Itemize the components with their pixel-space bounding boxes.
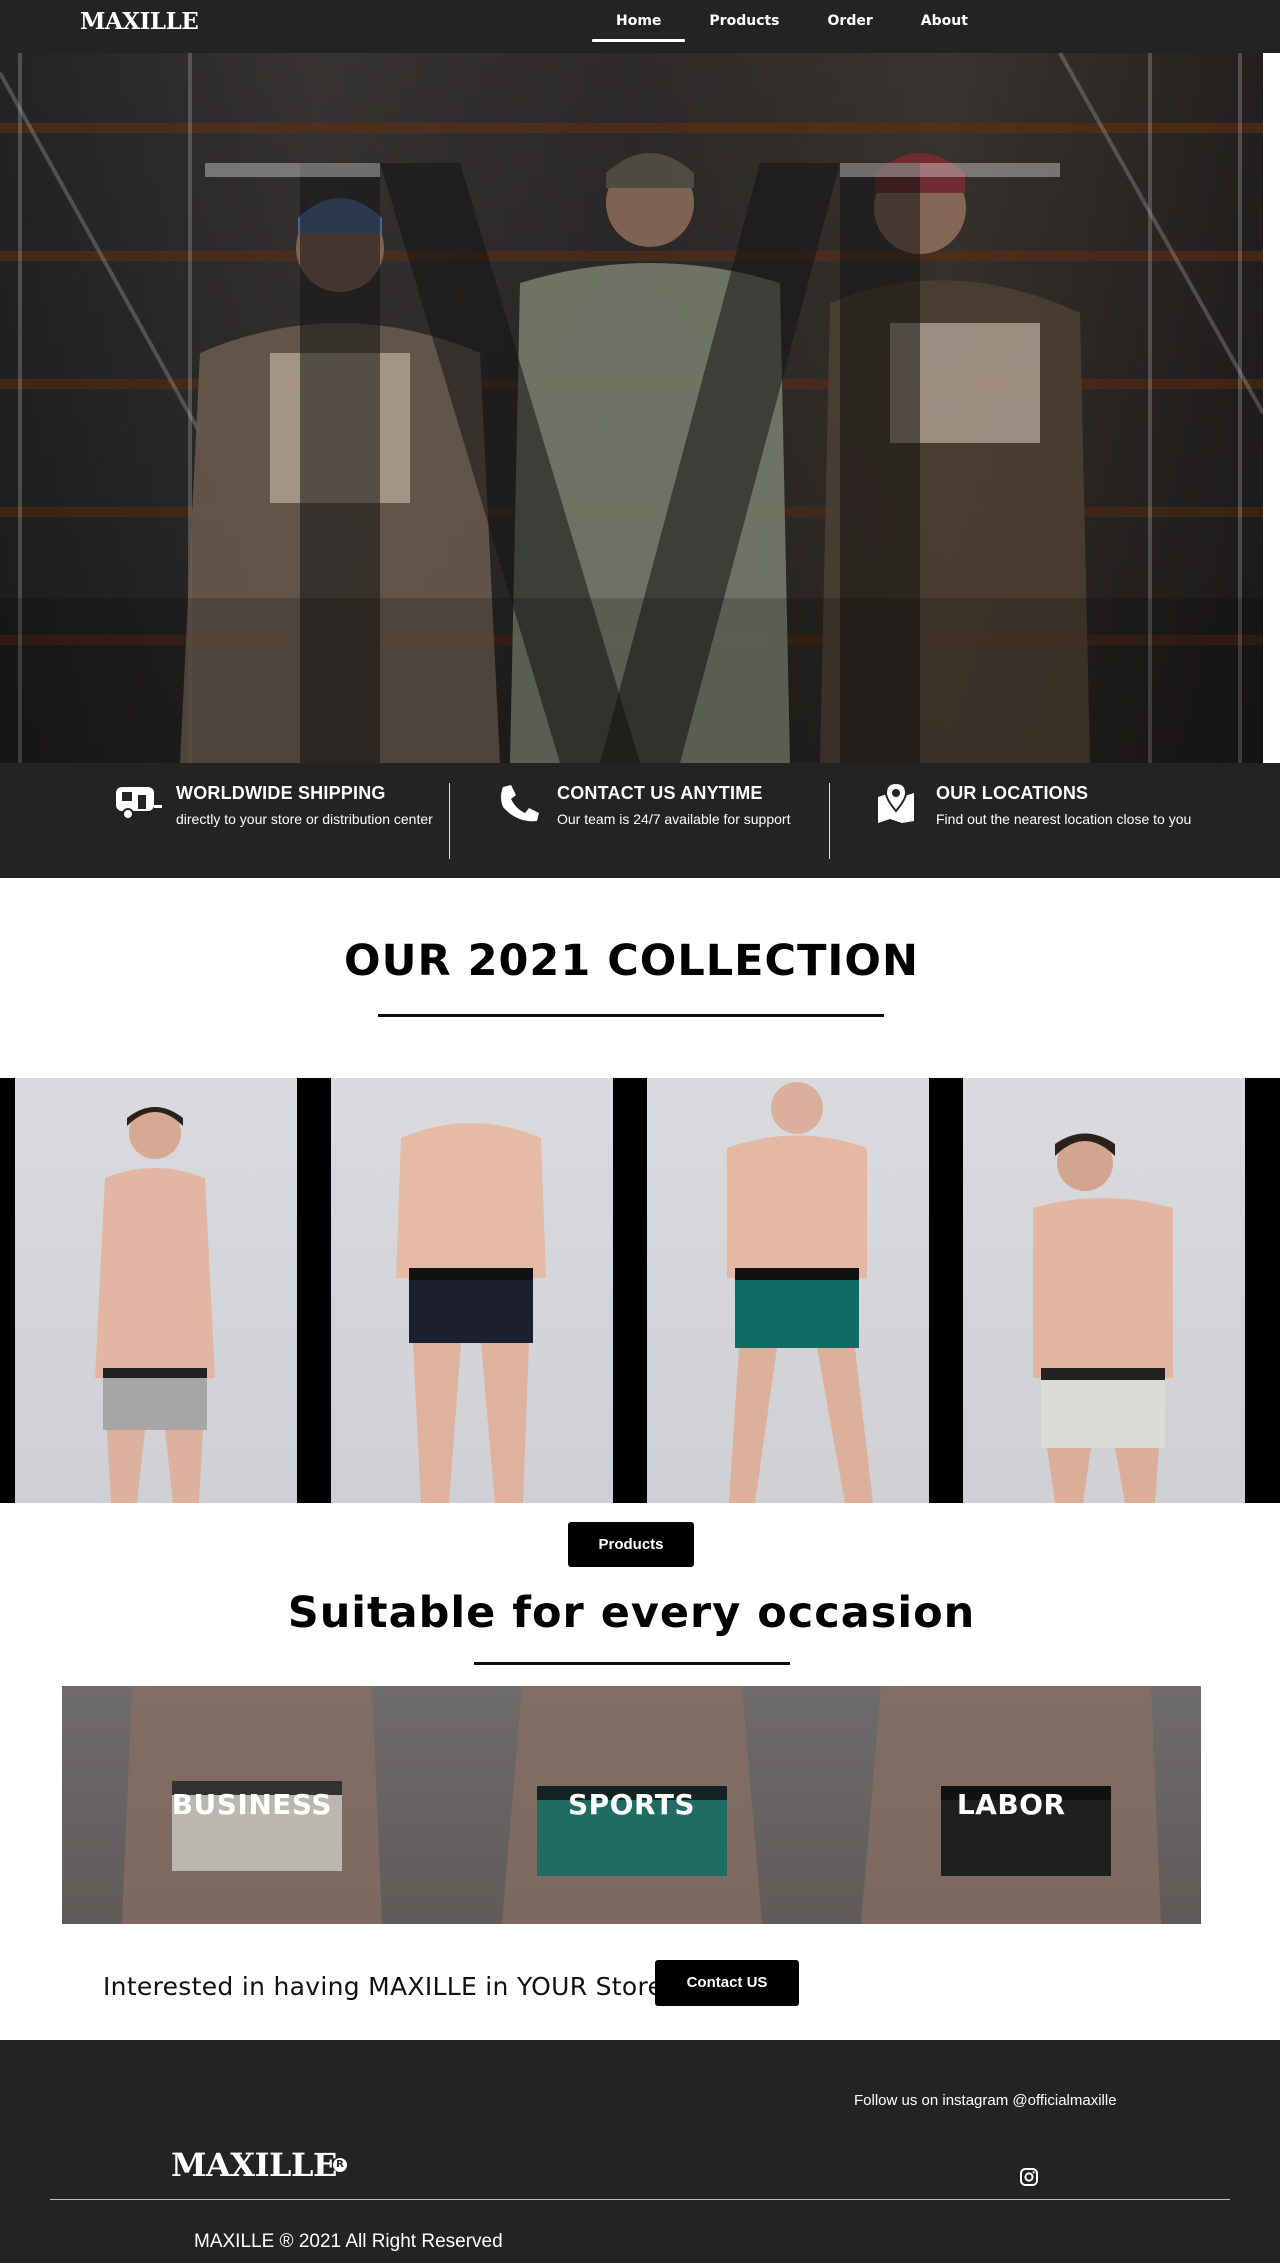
feature-text: directly to your store or distribution c… (176, 811, 433, 827)
product-photo-navy[interactable] (331, 1078, 613, 1503)
occasion-business[interactable]: BUSINESS (62, 1686, 442, 1924)
product-photo-grey[interactable] (15, 1078, 297, 1503)
occasion-label: LABOR (956, 1788, 1066, 1821)
product-photo-teal[interactable] (647, 1078, 929, 1503)
occasions-title: Suitable for every occasion (287, 1588, 976, 1638)
nav-products[interactable]: Products (685, 0, 803, 42)
registered-mark: R (333, 2158, 347, 2172)
products-button[interactable]: Products (568, 1522, 694, 1567)
hero-image (0, 53, 1263, 763)
nav-home[interactable]: Home (592, 0, 686, 42)
model-image (95, 1107, 215, 1503)
instagram-icon[interactable] (1020, 2168, 1038, 2186)
nav-order[interactable]: Order (804, 0, 897, 42)
feature-text: Our team is 24/7 available for support (557, 811, 791, 827)
occasion-label: SPORTS (567, 1788, 696, 1821)
feature-shipping: WORLDWIDE SHIPPING directly to your stor… (114, 783, 456, 833)
occasion-labor[interactable]: LABOR (821, 1686, 1202, 1924)
store-cta-text: Interested in having MAXILLE in YOUR Sto… (103, 1972, 677, 2001)
contact-us-button[interactable]: Contact US (655, 1960, 799, 2006)
hero-banner (0, 53, 1263, 763)
title-underline (378, 1014, 884, 1017)
model-image (396, 1123, 546, 1503)
pattern-strip (297, 1078, 331, 1503)
collection-title: OUR 2021 COLLECTION (344, 936, 919, 986)
occasion-label: BUSINESS (171, 1788, 332, 1821)
brand-logo[interactable]: MAXILLE (80, 8, 199, 35)
instagram-follow-text: Follow us on instagram @officialmaxille (854, 2092, 1117, 2109)
occasion-sports[interactable]: SPORTS (441, 1686, 822, 1924)
pattern-strip (929, 1078, 963, 1503)
map-location-icon (878, 783, 914, 823)
pattern-strip (0, 1078, 15, 1503)
collection-gallery (0, 1078, 1280, 1503)
features-bar: WORLDWIDE SHIPPING directly to your stor… (0, 763, 1280, 878)
model-image (1033, 1133, 1173, 1503)
nav-links: Home Products Order About (592, 0, 992, 53)
feature-locations: OUR LOCATIONS Find out the nearest locat… (876, 783, 1216, 833)
feature-title: OUR LOCATIONS (936, 783, 1089, 803)
product-photo-white[interactable] (963, 1078, 1245, 1503)
phone-icon (501, 785, 539, 822)
occasions-grid: BUSINESS SPORTS LABOR (62, 1686, 1202, 1924)
pattern-strip (1245, 1078, 1280, 1503)
feature-title: CONTACT US ANYTIME (557, 783, 763, 803)
divider (829, 783, 830, 859)
pattern-strip (613, 1078, 647, 1503)
feature-title: WORLDWIDE SHIPPING (176, 783, 386, 803)
divider (449, 783, 450, 859)
model-image (727, 1082, 873, 1503)
camper-trailer-icon (116, 787, 162, 820)
footer-logo[interactable]: MAXILLE (171, 2146, 337, 2184)
feature-text: Find out the nearest location close to y… (936, 811, 1192, 827)
copyright-text: MAXILLE ® 2021 All Right Reserved (194, 2231, 503, 2252)
footer: Follow us on instagram @officialmaxille … (0, 2040, 1280, 2263)
footer-divider (50, 2199, 1230, 2200)
top-navbar: MAXILLE Home Products Order About (0, 0, 1280, 53)
nav-about[interactable]: About (897, 0, 992, 42)
title-underline (474, 1662, 790, 1665)
feature-contact: CONTACT US ANYTIME Our team is 24/7 avai… (497, 783, 857, 833)
